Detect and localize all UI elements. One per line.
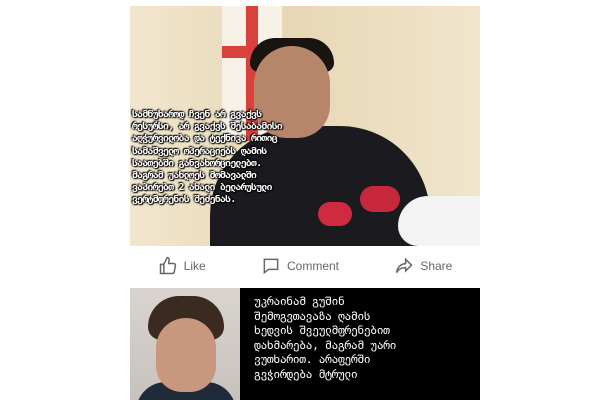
portrait-face bbox=[156, 318, 216, 392]
bottom-post-image: უკრაინამ გუშინ შემოგვთავაზა ღამის ხედვის… bbox=[130, 288, 480, 400]
like-button[interactable]: Like bbox=[158, 256, 206, 276]
like-label: Like bbox=[183, 259, 206, 273]
share-icon bbox=[396, 257, 413, 274]
comment-button[interactable]: Comment bbox=[261, 256, 339, 276]
share-button[interactable]: Share bbox=[394, 256, 452, 276]
top-post-image: სამწუხაროდ ჩვენ არ გვაქვს რესურსი, არ გვ… bbox=[130, 6, 480, 246]
quote-overlay-text: სამწუხაროდ ჩვენ არ გვაქვს რესურსი, არ გვ… bbox=[132, 109, 283, 206]
post-action-bar: Like Comment Share bbox=[130, 248, 480, 284]
thumbs-up-icon bbox=[159, 256, 176, 275]
speaker-portrait bbox=[130, 288, 240, 400]
comment-label: Comment bbox=[286, 259, 339, 273]
quote-text: უკრაინამ გუშინ შემოგვთავაზა ღამის ხედვის… bbox=[254, 294, 397, 381]
comment-icon bbox=[263, 258, 279, 275]
share-label: Share bbox=[420, 259, 453, 273]
